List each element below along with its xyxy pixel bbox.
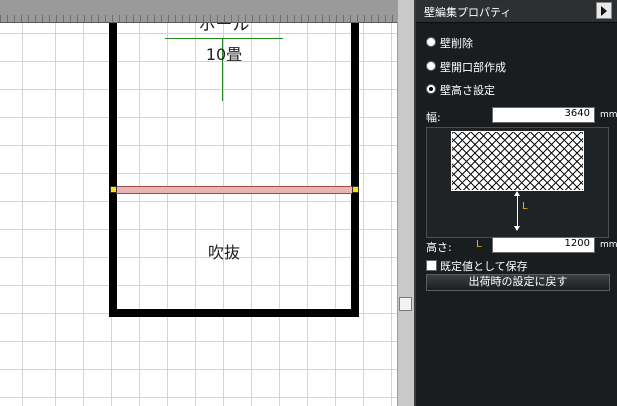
wall-edit-property-panel: 壁編集プロパティ 壁削除 壁開口部作成 壁高さ設定 幅: 3640 mm L 高…	[414, 0, 617, 406]
save-default-label: 既定値として保存	[440, 260, 528, 273]
save-default-checkbox[interactable]	[426, 260, 437, 271]
floor-plan-canvas[interactable]: ホール 10畳 吹抜	[0, 0, 397, 406]
panel-title: 壁編集プロパティ	[424, 6, 512, 19]
wall-endpoint-handle-left[interactable]	[110, 186, 117, 193]
dimension-arrow-down-icon	[514, 226, 520, 231]
wall-height-preview: L	[426, 127, 609, 238]
width-field[interactable]: 3640	[492, 107, 595, 123]
height-unit: mm	[600, 240, 617, 250]
height-variable-label: L	[476, 239, 482, 250]
wall-left[interactable]	[109, 23, 117, 317]
canvas-vertical-scrollbar[interactable]	[397, 0, 414, 406]
width-unit: mm	[600, 110, 617, 120]
wall-endpoint-handle-right[interactable]	[352, 186, 359, 193]
radio-create-opening[interactable]	[426, 61, 436, 71]
radio-delete-wall[interactable]	[426, 37, 436, 47]
atrium-label: 吹抜	[207, 243, 240, 262]
wall-bottom[interactable]	[109, 309, 359, 317]
panel-collapse-arrow-icon[interactable]	[596, 2, 612, 19]
selected-wall[interactable]	[116, 186, 352, 194]
radio-wall-height[interactable]	[426, 84, 436, 94]
scrollbar-thumb[interactable]	[399, 297, 412, 311]
option-create-opening-label: 壁開口部作成	[440, 61, 506, 74]
top-ruler	[0, 0, 397, 23]
wall-hatch-preview	[451, 131, 584, 191]
option-wall-height-label: 壁高さ設定	[440, 84, 495, 97]
reset-factory-settings-button[interactable]: 出荷時の設定に戻す	[426, 274, 610, 291]
preview-dimension-label: L	[522, 201, 528, 212]
wall-right[interactable]	[351, 23, 359, 317]
width-label: 幅:	[426, 111, 441, 124]
dimension-line	[517, 192, 518, 228]
option-delete-wall-label: 壁削除	[440, 37, 473, 50]
height-field[interactable]: 1200	[492, 237, 595, 253]
room-size-label: 10畳	[205, 45, 243, 64]
panel-header: 壁編集プロパティ	[416, 0, 617, 23]
height-label: 高さ:	[426, 241, 452, 254]
room-label-underline	[165, 38, 283, 39]
